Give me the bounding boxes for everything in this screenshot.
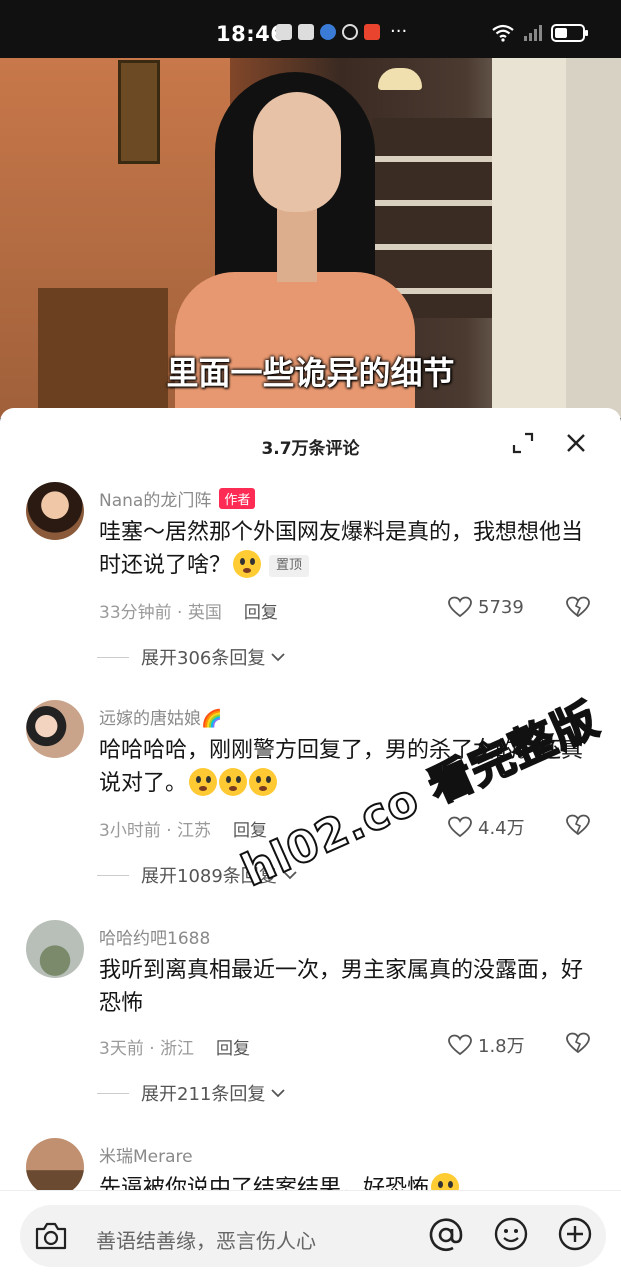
like-count: 1.8万 xyxy=(478,1036,525,1057)
avatar[interactable] xyxy=(26,700,84,758)
comment-username[interactable]: 哈哈约吧1688 xyxy=(99,924,210,949)
signal-icon xyxy=(524,25,542,41)
close-icon[interactable] xyxy=(564,431,588,455)
heart-icon xyxy=(448,1034,472,1056)
notification-icons: ··· xyxy=(276,21,408,42)
comment-input-bar: 善语结善缘，恶言伤人心 xyxy=(0,1190,621,1280)
comment-item: Nana的龙门阵 作者 哇塞～居然那个外国网友爆料是真的，我想想他当时还说了啥？置… xyxy=(0,480,621,680)
video-background xyxy=(118,60,160,164)
laugh-cry-emoji-icon xyxy=(219,768,248,796)
avatar[interactable] xyxy=(26,1138,84,1196)
chevron-down-icon xyxy=(271,1089,285,1098)
like-button[interactable]: 4.4万 xyxy=(448,814,525,840)
comment-input-placeholder[interactable]: 善语结善缘，恶言伤人心 xyxy=(96,1225,316,1254)
comment-sheet-header: 3.7万条评论 xyxy=(0,408,621,478)
app-notification-icon xyxy=(298,24,314,40)
mention-icon[interactable] xyxy=(428,1217,464,1253)
heart-icon xyxy=(448,816,472,838)
flushed-emoji-icon xyxy=(233,550,262,578)
comment-username[interactable]: 米瑞Merare xyxy=(99,1142,193,1167)
dislike-icon[interactable] xyxy=(566,596,590,618)
pinned-badge: 置顶 xyxy=(269,555,310,577)
video-subtitle: 里面一些诡异的细节 xyxy=(166,354,455,392)
app-notification-icon xyxy=(276,24,292,40)
like-count: 4.4万 xyxy=(478,818,525,839)
camera-icon[interactable] xyxy=(34,1221,68,1251)
avatar[interactable] xyxy=(26,920,84,978)
comment-meta: 3天前 · 浙江 回复 xyxy=(99,1034,250,1059)
expand-replies-button[interactable]: 展开211条回复 xyxy=(97,1080,285,1106)
emoji-icon[interactable] xyxy=(494,1217,528,1251)
hotspot-icon xyxy=(342,24,358,40)
comment-username[interactable]: 远嫁的唐姑娘🌈 xyxy=(99,704,222,729)
reply-button[interactable]: 回复 xyxy=(216,1039,250,1059)
like-button[interactable]: 1.8万 xyxy=(448,1032,525,1058)
author-badge: 作者 xyxy=(219,488,256,509)
comment-time-location: 3天前 · 浙江 xyxy=(99,1039,195,1059)
like-button[interactable]: 5739 xyxy=(448,596,524,618)
avatar[interactable] xyxy=(26,482,84,540)
chevron-down-icon xyxy=(271,653,285,662)
fullscreen-icon[interactable] xyxy=(512,432,534,454)
more-notifications-icon: ··· xyxy=(390,21,408,42)
expand-replies-button[interactable]: 展开306条回复 xyxy=(97,644,285,670)
laugh-cry-emoji-icon xyxy=(189,768,218,796)
comment-time-location: 33分钟前 · 英国 xyxy=(99,603,222,623)
dislike-icon[interactable] xyxy=(566,1032,590,1054)
comment-username[interactable]: Nana的龙门阵 作者 xyxy=(99,486,256,511)
comment-text[interactable]: 哇塞～居然那个外国网友爆料是真的，我想想他当时还说了啥？ 置顶 xyxy=(99,516,594,582)
heart-icon xyxy=(448,596,472,618)
app-notification-icon xyxy=(320,24,336,40)
video-player[interactable]: 里面一些诡异的细节 xyxy=(0,58,621,418)
battery-icon xyxy=(551,24,588,42)
like-count: 5739 xyxy=(478,596,524,618)
add-icon[interactable] xyxy=(558,1217,592,1251)
system-icons xyxy=(491,24,588,42)
comment-meta: 33分钟前 · 英国 回复 xyxy=(99,598,278,623)
comment-item: 哈哈约吧1688 我听到离真相最近一次，男主家属真的没露面，好恐怖 3天前 · … xyxy=(0,918,621,1118)
app-notification-icon xyxy=(364,24,380,40)
status-bar: 18:46 ··· xyxy=(0,0,621,58)
comment-time-location: 3小时前 · 江苏 xyxy=(99,821,212,841)
status-time: 18:46 xyxy=(216,22,286,46)
laugh-cry-emoji-icon xyxy=(249,768,278,796)
dislike-icon[interactable] xyxy=(566,814,590,836)
wifi-icon xyxy=(492,24,514,42)
comment-text[interactable]: 我听到离真相最近一次，男主家属真的没露面，好恐怖 xyxy=(99,954,594,1020)
reply-button[interactable]: 回复 xyxy=(244,603,278,623)
